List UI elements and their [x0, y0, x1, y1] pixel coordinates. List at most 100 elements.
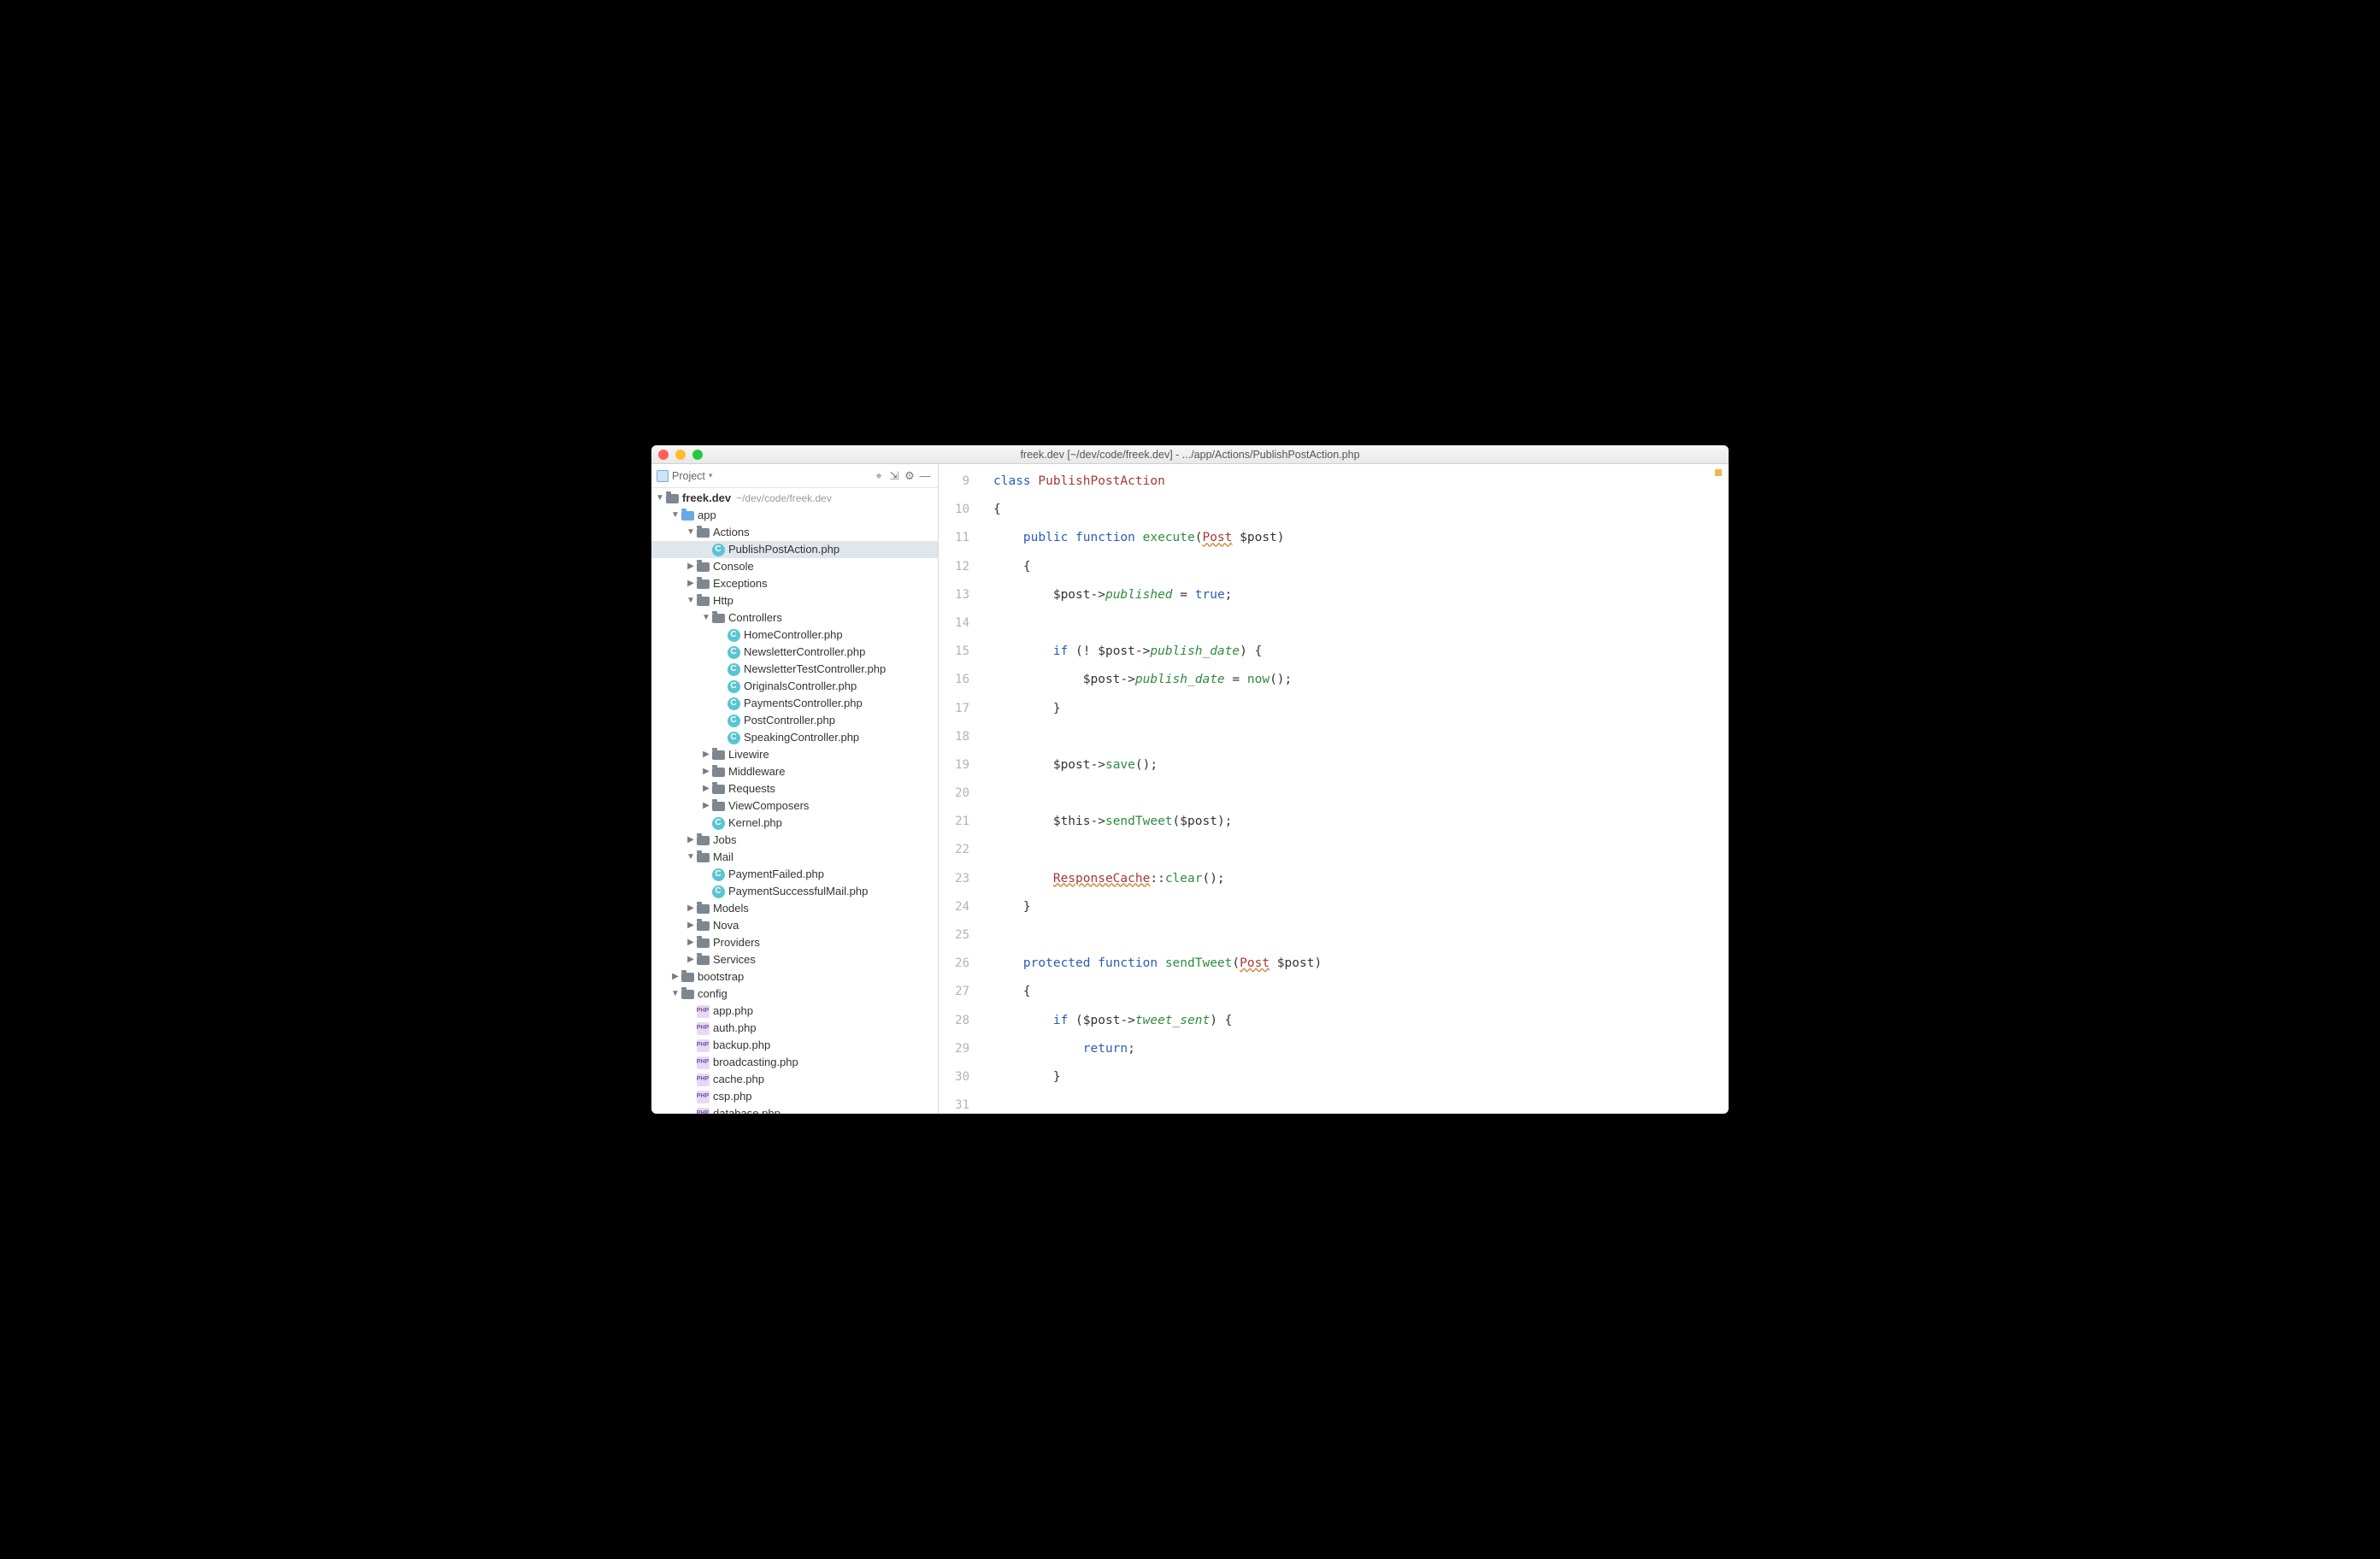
code-line[interactable]	[993, 921, 1729, 950]
tree-node[interactable]: ▶CNewsletterTestController.php	[651, 661, 938, 678]
tree-node[interactable]: ▶PHPauth.php	[651, 1020, 938, 1037]
locate-icon[interactable]: ⌖	[871, 468, 887, 484]
tree-node[interactable]: ▼Actions	[651, 524, 938, 541]
window-title: freek.dev [~/dev/code/freek.dev] - .../a…	[651, 449, 1729, 461]
arrow-placeholder: ▶	[701, 883, 711, 900]
tree-node[interactable]: ▶CPostController.php	[651, 712, 938, 729]
tree-node[interactable]: ▼ Mail	[651, 849, 938, 866]
tree-node[interactable]: ▶CKernel.php	[651, 815, 938, 832]
tree-node-label: PaymentSuccessfulMail.php	[728, 883, 868, 900]
collapse-icon[interactable]: ⇲	[887, 468, 902, 484]
tree-node[interactable]: ▶PHPcache.php	[651, 1071, 938, 1088]
tree-node[interactable]: ▼config	[651, 985, 938, 1003]
chevron-down-icon[interactable]: ▼	[686, 524, 696, 541]
code-line[interactable]: $post->publish_date = now();	[993, 666, 1729, 694]
code-area[interactable]: class PublishPostAction{ public function…	[980, 464, 1729, 1114]
code-line[interactable]	[993, 780, 1729, 808]
chevron-down-icon[interactable]: ▼	[670, 985, 680, 1003]
tree-node[interactable]: ▼app	[651, 507, 938, 524]
code-line[interactable]: if ($post->tweet_sent) {	[993, 1007, 1729, 1035]
chevron-down-icon[interactable]: ▼	[701, 609, 711, 627]
tree-node[interactable]: ▶PHPdatabase.php	[651, 1105, 938, 1114]
gear-icon[interactable]: ⚙	[902, 468, 917, 484]
code-line[interactable]: }	[993, 695, 1729, 723]
tree-node[interactable]: ▶Providers	[651, 934, 938, 951]
code-line[interactable]: $post->save();	[993, 751, 1729, 780]
code-line[interactable]: }	[993, 893, 1729, 921]
tree-node[interactable]: ▶CNewsletterController.php	[651, 644, 938, 661]
code-line[interactable]: protected function sendTweet(Post $post)	[993, 950, 1729, 978]
chevron-right-icon[interactable]: ▶	[701, 746, 711, 763]
tree-node[interactable]: ▶Services	[651, 951, 938, 968]
chevron-right-icon[interactable]: ▶	[701, 797, 711, 815]
code-line[interactable]: return;	[993, 1035, 1729, 1063]
folder-icon	[711, 611, 725, 625]
warning-marker-icon[interactable]	[1715, 469, 1722, 476]
tree-node[interactable]: ▶Models	[651, 900, 938, 917]
tree-node[interactable]: ▼Http	[651, 592, 938, 609]
tree-node-label: Mail	[713, 849, 733, 866]
tree-node[interactable]: ▶CPaymentFailed.php	[651, 866, 938, 883]
code-line[interactable]	[993, 1091, 1729, 1114]
tree-node[interactable]: ▶bootstrap	[651, 968, 938, 985]
code-line[interactable]	[993, 723, 1729, 751]
code-editor[interactable]: 9101112131415161718192021222324252627282…	[939, 464, 1729, 1114]
chevron-down-icon[interactable]: ▼	[655, 490, 665, 507]
tree-node[interactable]: ▶PHPbackup.php	[651, 1037, 938, 1054]
code-line[interactable]: ResponseCache::clear();	[993, 865, 1729, 893]
chevron-right-icon[interactable]: ▶	[686, 934, 696, 951]
code-line[interactable]: if (! $post->publish_date) {	[993, 638, 1729, 666]
tree-node[interactable]: ▶ViewComposers	[651, 797, 938, 815]
tree-node[interactable]: ▶PHPbroadcasting.php	[651, 1054, 938, 1071]
code-line[interactable]	[993, 836, 1729, 864]
folder-icon	[711, 782, 725, 796]
tree-root[interactable]: ▼freek.dev~/dev/code/freek.dev	[651, 490, 938, 507]
code-line[interactable]: {	[993, 978, 1729, 1006]
tree-node[interactable]: ▶CPaymentsController.php	[651, 695, 938, 712]
code-line[interactable]: class PublishPostAction	[993, 468, 1729, 496]
code-line[interactable]: $post->published = true;	[993, 581, 1729, 609]
chevron-right-icon[interactable]: ▶	[686, 832, 696, 849]
tree-node[interactable]: ▶CPaymentSuccessfulMail.php	[651, 883, 938, 900]
chevron-right-icon[interactable]: ▶	[686, 575, 696, 592]
chevron-right-icon[interactable]: ▶	[686, 951, 696, 968]
code-line[interactable]: {	[993, 553, 1729, 581]
arrow-placeholder: ▶	[716, 661, 727, 678]
project-selector[interactable]: Project ▾	[657, 470, 712, 482]
chevron-right-icon[interactable]: ▶	[701, 763, 711, 780]
tree-node[interactable]: ▶PHPcsp.php	[651, 1088, 938, 1105]
php-file-icon: PHP	[696, 1021, 710, 1035]
tree-node[interactable]: ▶PHPapp.php	[651, 1003, 938, 1020]
tree-node[interactable]: ▶Exceptions	[651, 575, 938, 592]
chevron-right-icon[interactable]: ▶	[686, 900, 696, 917]
code-line[interactable]: }	[993, 1063, 1729, 1091]
tree-node[interactable]: ▶Requests	[651, 780, 938, 797]
tree-node[interactable]: ▶Jobs	[651, 832, 938, 849]
chevron-right-icon[interactable]: ▶	[686, 558, 696, 575]
chevron-right-icon[interactable]: ▶	[670, 968, 680, 985]
code-line[interactable]: {	[993, 496, 1729, 524]
tree-node[interactable]: ▶Livewire	[651, 746, 938, 763]
tree-node[interactable]: ▶CHomeController.php	[651, 627, 938, 644]
tree-node[interactable]: ▶Console	[651, 558, 938, 575]
maximize-icon[interactable]	[692, 450, 703, 460]
php-file-icon: PHP	[696, 1107, 710, 1114]
chevron-right-icon[interactable]: ▶	[686, 917, 696, 934]
close-icon[interactable]	[658, 450, 669, 460]
minimize-icon[interactable]	[675, 450, 686, 460]
code-line[interactable]: $this->sendTweet($post);	[993, 808, 1729, 836]
tree-node[interactable]: ▶Middleware	[651, 763, 938, 780]
chevron-down-icon[interactable]: ▼	[670, 507, 680, 524]
chevron-right-icon[interactable]: ▶	[701, 780, 711, 797]
chevron-down-icon[interactable]: ▼	[686, 849, 696, 866]
code-line[interactable]	[993, 609, 1729, 638]
tree-node[interactable]: ▶CSpeakingController.php	[651, 729, 938, 746]
tree-node[interactable]: ▶Nova	[651, 917, 938, 934]
code-line[interactable]: public function execute(Post $post)	[993, 524, 1729, 552]
tree-node[interactable]: ▶CPublishPostAction.php	[651, 541, 938, 558]
chevron-down-icon[interactable]: ▼	[686, 592, 696, 609]
tree-node[interactable]: ▼Controllers	[651, 609, 938, 627]
minimize-panel-icon[interactable]: —	[917, 468, 933, 484]
tree-node[interactable]: ▶COriginalsController.php	[651, 678, 938, 695]
project-tree[interactable]: ▼freek.dev~/dev/code/freek.dev▼app▼Actio…	[651, 488, 938, 1114]
